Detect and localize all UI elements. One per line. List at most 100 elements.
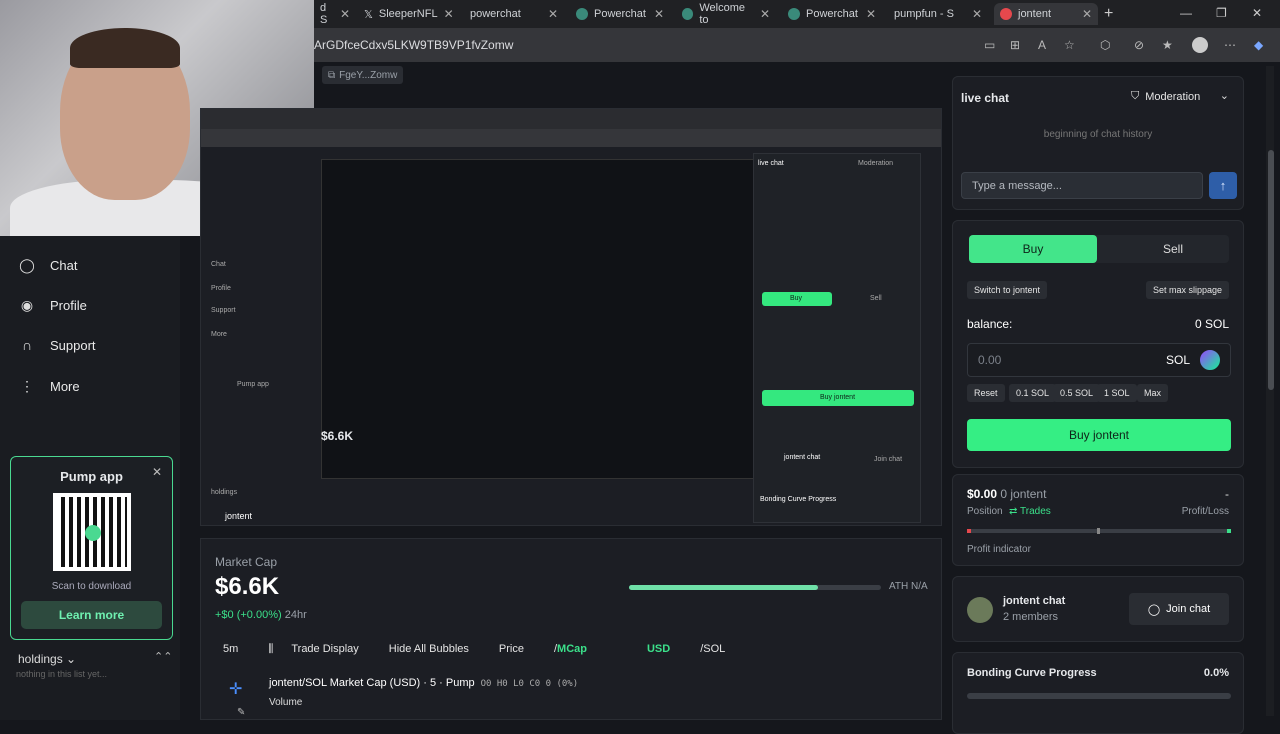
sell-tab[interactable]: Sell	[1117, 235, 1229, 263]
preview-jontent-chat: jontent chat	[784, 454, 821, 461]
video-icon[interactable]: ▭	[984, 38, 995, 52]
currency-toggle[interactable]: USD/SOL	[647, 643, 755, 656]
favicon-icon	[1000, 8, 1012, 20]
scrollbar-thumb[interactable]	[1268, 150, 1274, 390]
price-mcap-toggle[interactable]: Price/MCap	[499, 643, 617, 656]
preset-1-button[interactable]: 1 SOL	[1097, 384, 1137, 402]
close-tab-icon[interactable]: ✕	[972, 7, 982, 21]
join-chat-button[interactable]: ◯ Join chat	[1129, 593, 1229, 625]
chat-bubble-icon: ◯	[19, 256, 35, 273]
headset-icon: ∩	[21, 337, 33, 353]
close-window-icon[interactable]: ✕	[1252, 6, 1262, 20]
close-tab-icon[interactable]: ✕	[866, 7, 876, 21]
moderation-label: Moderation	[1145, 90, 1201, 103]
chat-bubble-icon: ◯	[1147, 603, 1161, 616]
copilot-icon[interactable]: ◆	[1254, 38, 1263, 52]
new-tab-button[interactable]: +	[1104, 5, 1113, 23]
tab-label: Powerchat	[594, 8, 646, 20]
sidebar-item-more[interactable]: ⋮ More	[18, 377, 80, 395]
split-screen-icon[interactable]: ⊘	[1134, 38, 1144, 52]
tab-label: Welcome to	[699, 2, 745, 26]
x-logo-icon: 𝕏	[364, 8, 373, 21]
close-tab-icon[interactable]: ✕	[1082, 7, 1092, 21]
preview-pump-app: Pump app	[237, 381, 269, 388]
join-chat-label: Join chat	[1166, 603, 1211, 615]
live-chat-title: live chat	[961, 91, 1010, 105]
pencil-icon[interactable]: ✎	[237, 707, 245, 718]
close-tab-icon[interactable]: ✕	[654, 7, 664, 21]
trades-icon: ⇄	[1009, 506, 1018, 517]
contract-badge[interactable]: ⧉ FgeY...Zomw	[322, 66, 404, 84]
browser-tab-active[interactable]: jontent ✕	[994, 3, 1098, 25]
maximize-icon[interactable]: ❐	[1216, 6, 1227, 20]
hide-bubbles-button[interactable]: Hide All Bubbles	[389, 643, 469, 656]
candle-type-icon[interactable]: ⫼	[268, 643, 273, 656]
pump-app-card: Pump app ✕ Scan to download Learn more	[10, 456, 173, 640]
minimize-icon[interactable]: —	[1180, 6, 1192, 20]
send-arrow-icon[interactable]: ↑	[1209, 172, 1237, 199]
chat-message-input[interactable]	[961, 172, 1203, 199]
avatar	[967, 597, 993, 623]
apps-icon[interactable]: ⊞	[1010, 38, 1020, 52]
holdings-dropdown[interactable]: holdings ⌄	[18, 652, 76, 666]
close-tab-icon[interactable]: ✕	[548, 7, 558, 21]
max-slippage-button[interactable]: Set max slippage	[1145, 281, 1229, 299]
close-icon[interactable]: ✕	[152, 465, 162, 479]
preset-0.1-button[interactable]: 0.1 SOL	[1009, 384, 1057, 402]
preview-chat-title: live chat	[758, 160, 784, 167]
loss-marker	[967, 529, 971, 533]
balance-value: 0 SOL	[1194, 317, 1229, 331]
profile-avatar[interactable]	[1192, 37, 1208, 53]
preset-0.5-button[interactable]: 0.5 SOL	[1053, 384, 1101, 402]
position-value: $0.00 0 jontent	[967, 487, 1046, 501]
bonding-curve-title: Bonding Curve Progress	[967, 667, 1097, 679]
close-tab-icon[interactable]: ✕	[444, 7, 454, 21]
browser-tab[interactable]: powerchat ✕	[464, 3, 564, 25]
read-aloud-icon[interactable]: A	[1038, 38, 1046, 52]
close-tab-icon[interactable]: ✕	[340, 7, 350, 21]
url-field[interactable]: ArGDfceCdxv5LKW9TB9VP1fvZomw	[314, 38, 513, 52]
sidebar-item-label: Chat	[50, 257, 78, 273]
tab-label: jontent	[1018, 8, 1052, 20]
chevron-down-icon[interactable]: ⌄	[1220, 89, 1229, 102]
sidebar-item-support[interactable]: ∩ Support	[18, 336, 96, 354]
sidebar-item-profile[interactable]: ◉ Profile	[18, 296, 87, 314]
browser-tab[interactable]: Powerchat ✕	[782, 3, 882, 25]
members-count: 2 members	[1003, 611, 1059, 623]
bonding-curve-card: Bonding Curve Progress 0.0%	[952, 652, 1244, 734]
trades-link[interactable]: ⇄ Trades	[1009, 506, 1051, 517]
tab-label: d S	[320, 2, 328, 26]
preview-sell-label: Sell	[870, 295, 882, 302]
menu-dots-icon[interactable]: ⋯	[1224, 38, 1236, 52]
holdings-empty-text: nothing in this list yet...	[16, 669, 108, 679]
buy-tab[interactable]: Buy	[969, 235, 1097, 263]
learn-more-button[interactable]: Learn more	[21, 601, 162, 629]
buy-token-button[interactable]: Buy jontent	[967, 419, 1231, 451]
mcap-option: MCap	[557, 643, 587, 655]
collapse-up-icon[interactable]: ⌃⌃	[154, 650, 172, 663]
preview-nav-support: Support	[211, 307, 236, 314]
favorites-icon[interactable]: ★	[1162, 38, 1173, 52]
preset-max-button[interactable]: Max	[1137, 384, 1169, 402]
browser-tab[interactable]: Welcome to ✕	[676, 2, 776, 26]
preview-join: Join chat	[874, 456, 903, 463]
preview-addressbar	[201, 129, 941, 147]
trade-display-button[interactable]: Trade Display	[291, 643, 358, 656]
moderation-button[interactable]: ⛉ Moderation	[1131, 90, 1200, 103]
favorite-star-icon[interactable]: ☆	[1064, 38, 1075, 52]
interval-button[interactable]: 5m	[223, 643, 238, 656]
browser-tab[interactable]: d S ✕	[314, 2, 356, 26]
browser-tab[interactable]: 𝕏 SleeperNFL ✕	[358, 3, 458, 25]
market-cap-value: $6.6K	[215, 573, 280, 600]
sidebar-item-chat[interactable]: ◯ Chat	[18, 256, 77, 274]
close-tab-icon[interactable]: ✕	[760, 7, 770, 21]
amount-input[interactable]: 0.00 SOL	[967, 343, 1231, 377]
extensions-icon[interactable]: ⬡	[1100, 38, 1110, 52]
preview-buy-tab: Buy	[762, 292, 832, 306]
preset-reset-button[interactable]: Reset	[967, 384, 1005, 402]
browser-tab[interactable]: pumpfun - S ✕	[888, 3, 988, 25]
crosshair-icon[interactable]: ✛	[229, 679, 242, 699]
switch-token-button[interactable]: Switch to jontent	[967, 281, 1048, 299]
preview-chat-panel: live chat Moderation Buy Sell Buy jonten…	[753, 153, 921, 523]
browser-tab[interactable]: Powerchat ✕	[570, 3, 670, 25]
